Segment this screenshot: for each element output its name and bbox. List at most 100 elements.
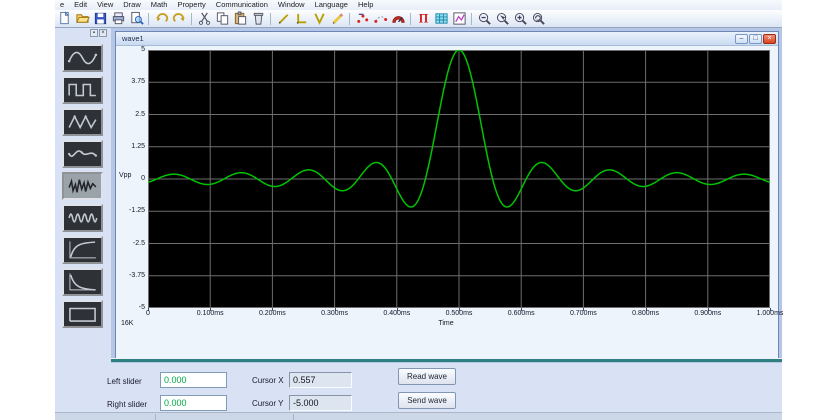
undo-icon (155, 13, 168, 23)
line-tool-icon (278, 14, 288, 24)
y-tick-label: -3.75 (129, 271, 145, 279)
close-button[interactable]: × (763, 34, 776, 44)
toolbar: Π (55, 10, 782, 28)
toolbar-separator (471, 12, 472, 25)
screenshot-stage: e Edit View Draw Math Property Communication Wi… (0, 0, 840, 420)
send-wave-button[interactable]: Send wave (398, 392, 456, 409)
toolbar-zoom-out-button[interactable] (475, 11, 493, 27)
toolbar-open-button[interactable] (73, 11, 91, 27)
menu-item-view[interactable]: View (92, 0, 118, 10)
toolbar-vertex-tool-button[interactable] (310, 11, 328, 27)
toolbox-exp-decay-button[interactable] (62, 268, 103, 296)
toolbar-delete-button[interactable] (249, 11, 267, 27)
toolbar-equation-tool-button[interactable]: Π (414, 11, 432, 27)
toolbox-close-button[interactable]: × (99, 29, 107, 37)
status-bar-separator (293, 414, 294, 420)
toolbox-noise-button[interactable] (62, 172, 103, 200)
toolbar-table-tool-button[interactable] (432, 11, 450, 27)
menu-item-edit[interactable]: Edit (69, 0, 92, 10)
minimize-button[interactable]: – (735, 34, 748, 44)
toolbox-triangle-button[interactable] (62, 108, 103, 136)
pulse-waveform-icon (69, 307, 96, 322)
toolbar-paste-button[interactable] (231, 11, 249, 27)
toolbar-separator (349, 12, 350, 25)
toolbar-pencil-tool-button[interactable] (328, 11, 346, 27)
toolbox-sine-button[interactable] (62, 44, 103, 72)
restore-button[interactable]: □ (749, 34, 762, 44)
status-bar-separator (155, 414, 156, 420)
x-tick-label: 0.700ms (569, 310, 597, 317)
toolbar-separator (410, 12, 411, 25)
menu-item-communication[interactable]: Communication (211, 0, 273, 10)
chart-tool-icon (452, 12, 466, 25)
toolbar-undo-button[interactable] (152, 11, 170, 27)
vertex-tool-icon (313, 13, 325, 25)
toolbar-zoom-select-button[interactable] (493, 11, 511, 27)
sample-count-label: 16K (121, 320, 134, 327)
toolbar-polyline-tool-button[interactable] (292, 11, 310, 27)
y-tick-label: 1.25 (131, 142, 145, 150)
y-tick-label: 2.5 (135, 110, 145, 118)
exp-rise-waveform-icon (69, 241, 96, 259)
x-axis-label: Time (438, 320, 454, 327)
y-tick-label: 5 (141, 46, 145, 53)
x-tick-label: 0.500ms (445, 310, 473, 317)
menu-item-help[interactable]: Help (353, 0, 378, 10)
left-slider-input[interactable] (160, 372, 227, 388)
toolbox-pulse-button[interactable] (62, 300, 103, 328)
status-bar (55, 412, 782, 420)
exp-decay-waveform-icon (69, 273, 96, 291)
waveform-plot[interactable] (148, 50, 770, 308)
toolbar-new-button[interactable] (55, 11, 73, 27)
toolbar-copy-button[interactable] (213, 11, 231, 27)
x-tick-label: 0.900ms (694, 310, 722, 317)
polyline-tool-icon (296, 13, 306, 24)
toolbar-point-move-tool-button[interactable] (353, 11, 371, 27)
plot-area[interactable] (148, 50, 770, 308)
toolbox-square-button[interactable] (62, 76, 103, 104)
point-insert-tool-icon (373, 16, 387, 23)
x-tick-label: 1.000ms (756, 310, 784, 317)
toolbar-point-insert-tool-button[interactable] (371, 11, 389, 27)
wave1-titlebar[interactable]: wave1 – □ × (116, 32, 778, 46)
print-icon (112, 12, 124, 25)
toolbar-gauge-tool-button[interactable] (389, 11, 407, 27)
toolbar-redo-button[interactable] (170, 11, 188, 27)
toolbar-line-tool-button[interactable] (274, 11, 292, 27)
gauge-tool-icon (391, 16, 405, 23)
toolbox-exp-rise-button[interactable] (62, 236, 103, 264)
menu-item-window[interactable]: Window (273, 0, 310, 10)
toolbox-multi-sine-button[interactable] (62, 204, 103, 232)
y-tick-label: -1.25 (129, 207, 145, 215)
menu-item-property[interactable]: Property (172, 0, 210, 10)
toolbox-buttons (62, 44, 103, 332)
toolbox-spline-button[interactable] (62, 140, 103, 168)
y-tick-label: -2.5 (132, 239, 145, 247)
toolbar-print-preview-button[interactable] (127, 11, 145, 27)
menu-item-math[interactable]: Math (146, 0, 173, 10)
wave1-window: wave1 – □ × Vpp 16K Time 5 3.75 2.5 1.25… (115, 31, 783, 359)
menu-item-draw[interactable]: Draw (118, 0, 146, 10)
menu-item-e[interactable]: e (55, 0, 69, 10)
menu-item-language[interactable]: Language (310, 0, 353, 10)
toolbox-panel: ▪ × (55, 28, 111, 363)
toolbox-pin-button[interactable]: ▪ (90, 29, 98, 37)
toolbar-print-button[interactable] (109, 11, 127, 27)
spline-waveform-icon (67, 150, 98, 157)
toolbar-save-button[interactable] (91, 11, 109, 27)
cut-icon (198, 12, 210, 25)
toolbar-chart-tool-button[interactable] (450, 11, 468, 27)
read-wave-button[interactable]: Read wave (398, 368, 456, 385)
right-slider-input[interactable] (160, 395, 227, 411)
left-slider-label: Left slider (107, 377, 142, 386)
toolbar-separator (148, 12, 149, 25)
open-icon (75, 14, 90, 23)
toolbar-cut-button[interactable] (195, 11, 213, 27)
cursor-y-label: Cursor Y (252, 399, 284, 408)
toolbar-zoom-reset-button[interactable] (529, 11, 547, 27)
control-panel: Left slider Right slider Cursor X 0.557 … (55, 363, 782, 412)
x-tick-label: 0.100ms (196, 310, 224, 317)
svg-text:Π: Π (418, 12, 428, 26)
noise-waveform-icon (68, 178, 97, 194)
toolbar-zoom-in-button[interactable] (511, 11, 529, 27)
